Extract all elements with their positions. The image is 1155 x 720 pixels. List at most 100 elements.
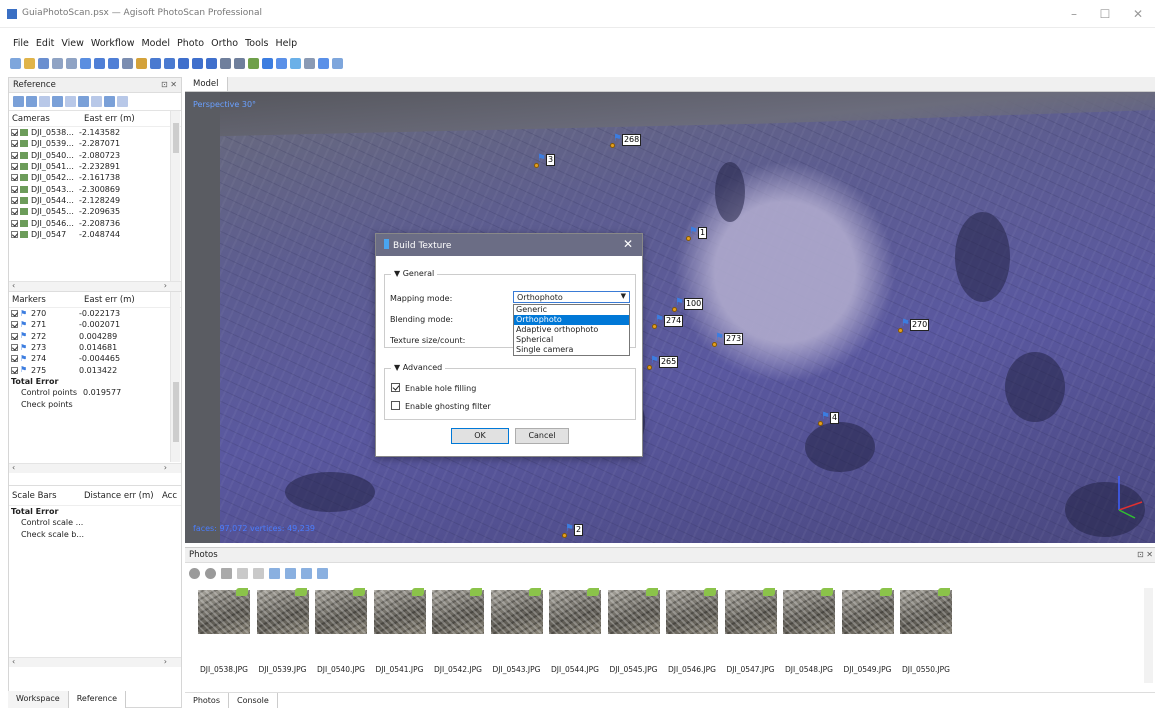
mesh-icon[interactable] — [234, 57, 245, 69]
camera-row[interactable]: DJI_0540... -2.080723 — [9, 150, 181, 161]
mapping-mode-select[interactable]: Orthophoto ▼ — [513, 291, 630, 303]
camera-checkbox[interactable] — [11, 174, 18, 182]
cameras-column-header[interactable]: Cameras — [12, 114, 84, 124]
shapes-icon[interactable] — [290, 57, 301, 69]
new-icon[interactable] — [10, 57, 21, 69]
marker-100[interactable]: ⚑ 100 — [672, 298, 704, 312]
view-source-icon[interactable] — [91, 96, 102, 107]
ruler-icon[interactable] — [136, 57, 147, 69]
photos-scrollbar[interactable] — [1144, 588, 1153, 683]
mask-icon[interactable] — [269, 567, 280, 579]
rect-select-icon[interactable] — [94, 57, 105, 69]
marker-1[interactable]: ⚑ 1 — [686, 227, 708, 241]
menu-model[interactable]: Model — [141, 38, 170, 49]
advanced-toggle[interactable]: ▼ Advanced — [391, 363, 446, 372]
east-err-column-header[interactable]: East err (m) — [84, 114, 135, 124]
photo-thumbnail[interactable]: DJI_0547.JPG — [722, 588, 780, 674]
marker-row[interactable]: ⚑ 272 0.004289 — [9, 331, 181, 342]
save-icon[interactable] — [38, 57, 49, 69]
marker-checkbox[interactable] — [11, 355, 18, 363]
photos-panel-close-icon[interactable]: ⊡ ✕ — [1137, 550, 1153, 559]
texture-icon[interactable] — [248, 57, 259, 69]
camera-checkbox[interactable] — [11, 230, 18, 238]
menu-help[interactable]: Help — [275, 38, 297, 49]
camera-row[interactable]: DJI_0539... -2.287071 — [9, 138, 181, 149]
marker-checkbox[interactable] — [11, 332, 18, 340]
select-icon[interactable] — [80, 57, 91, 69]
cameras-icon[interactable] — [262, 57, 273, 69]
camera-checkbox[interactable] — [11, 185, 18, 193]
delete-icon[interactable] — [150, 57, 161, 69]
optimize-icon[interactable] — [52, 96, 63, 107]
tab-console[interactable]: Console — [229, 693, 278, 708]
marker-row[interactable]: ⚑ 270 -0.022173 — [9, 308, 181, 319]
disable-icon[interactable] — [301, 567, 312, 579]
photo-thumbnail[interactable]: DJI_0545.JPG — [605, 588, 663, 674]
move-object-icon[interactable] — [206, 57, 217, 69]
zoom-in-icon[interactable] — [178, 57, 189, 69]
marker-2[interactable]: ⚑ 2 — [562, 524, 584, 538]
maximize-button[interactable]: ☐ — [1093, 6, 1117, 22]
enable-icon[interactable] — [285, 567, 296, 579]
region-icon[interactable] — [122, 57, 133, 69]
camera-row[interactable]: DJI_0541... -2.232891 — [9, 161, 181, 172]
marker-row[interactable]: ⚑ 273 0.014681 — [9, 342, 181, 353]
tab-reference[interactable]: Reference — [68, 691, 127, 708]
import-icon[interactable] — [13, 96, 24, 107]
model-viewport[interactable]: Perspective 30° faces: 97,072 vertices: … — [185, 92, 1155, 543]
camera-checkbox[interactable] — [11, 163, 18, 171]
delete-photo-icon[interactable] — [221, 567, 232, 579]
convert-icon[interactable] — [39, 96, 50, 107]
menu-ortho[interactable]: Ortho — [211, 38, 238, 49]
photo-thumbnail[interactable]: DJI_0550.JPG — [897, 588, 955, 674]
move-icon[interactable] — [108, 57, 119, 69]
redo-icon[interactable] — [66, 57, 77, 69]
scale-bars-column-header[interactable]: Scale Bars — [12, 491, 84, 501]
export-icon[interactable] — [26, 96, 37, 107]
markers-column-header[interactable]: Markers — [12, 295, 84, 305]
marker-265[interactable]: ⚑ 265 — [647, 356, 679, 370]
photo-thumbnail[interactable]: DJI_0538.JPG — [195, 588, 253, 674]
rotate-right-icon[interactable] — [253, 567, 264, 579]
marker-274[interactable]: ⚑ 274 — [652, 315, 684, 329]
photo-thumbnail[interactable]: DJI_0541.JPG — [371, 588, 429, 674]
settings-icon[interactable] — [78, 96, 89, 107]
photo-thumbnail[interactable]: DJI_0539.JPG — [254, 588, 312, 674]
menu-file[interactable]: File — [13, 38, 29, 49]
marker-270[interactable]: ⚑ 270 — [898, 319, 930, 333]
markers-scrollbar[interactable] — [170, 292, 180, 462]
camera-row[interactable]: DJI_0543... -2.300869 — [9, 183, 181, 194]
tab-photos[interactable]: Photos — [185, 693, 229, 708]
view-icon[interactable] — [304, 57, 315, 69]
check-scale-row[interactable]: Check scale b... — [9, 529, 181, 540]
view-errors-icon[interactable] — [117, 96, 128, 107]
marker-3[interactable]: ⚑ 3 — [534, 154, 556, 168]
points-icon[interactable] — [220, 57, 231, 69]
dialog-close-icon[interactable]: ✕ — [623, 237, 633, 251]
camera-checkbox[interactable] — [11, 129, 18, 137]
accuracy-column-header[interactable]: Acc — [162, 491, 177, 501]
minimize-button[interactable]: – — [1062, 6, 1086, 22]
photo-thumbnail[interactable]: DJI_0546.JPG — [663, 588, 721, 674]
scale-bars-hscroll[interactable]: ‹ › — [9, 657, 181, 667]
view-mode-icon[interactable] — [317, 567, 328, 579]
photo-thumbnail[interactable]: DJI_0549.JPG — [839, 588, 897, 674]
marker-row[interactable]: ⚑ 275 0.013422 — [9, 364, 181, 375]
marker-checkbox[interactable] — [11, 366, 18, 374]
camera-checkbox[interactable] — [11, 196, 18, 204]
marker-273[interactable]: ⚑ 273 — [712, 333, 744, 347]
markers-icon[interactable] — [276, 57, 287, 69]
marker-268[interactable]: ⚑ 268 — [610, 134, 642, 148]
markers-east-err-header[interactable]: East err (m) — [84, 295, 135, 305]
menu-photo[interactable]: Photo — [177, 38, 204, 49]
open-icon[interactable] — [24, 57, 35, 69]
view-estimated-icon[interactable] — [104, 96, 115, 107]
control-scale-row[interactable]: Control scale ... — [9, 517, 181, 528]
cameras-hscroll[interactable]: ‹ › — [9, 281, 181, 291]
marker-checkbox[interactable] — [11, 310, 18, 318]
markers-hscroll[interactable]: ‹ › — [9, 463, 181, 473]
mapping-option-orthophoto[interactable]: Orthophoto — [514, 315, 629, 325]
update-icon[interactable] — [65, 96, 76, 107]
camera-row[interactable]: DJI_0546... -2.208736 — [9, 217, 181, 228]
marker-row[interactable]: ⚑ 271 -0.002071 — [9, 319, 181, 330]
